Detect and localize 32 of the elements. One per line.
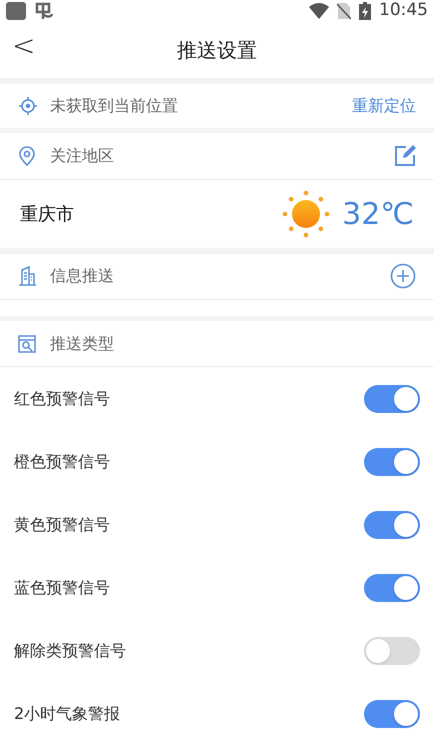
- section-label: 推送类型: [50, 332, 114, 354]
- temperature: 32℃: [342, 196, 414, 234]
- location-status: 未获取到当前位置: [50, 94, 179, 116]
- app-square-icon: [6, 2, 26, 20]
- page-title: 推送设置: [177, 37, 257, 64]
- city-name: 重庆市: [20, 202, 75, 226]
- search-document-icon: [18, 334, 36, 352]
- alert-type-label: 2小时气象警报: [14, 702, 120, 724]
- sun-icon: [282, 190, 330, 238]
- alert-type-label: 黄色预警信号: [14, 514, 110, 536]
- wifi-icon: [309, 3, 329, 19]
- status-time: 10:45: [379, 0, 428, 22]
- alert-type-label: 蓝色预警信号: [14, 576, 110, 598]
- section-label: 关注地区: [50, 145, 115, 167]
- no-sim-icon: [337, 2, 351, 20]
- toggle-switch[interactable]: [364, 384, 420, 412]
- back-button[interactable]: <: [10, 32, 38, 60]
- building-icon: [18, 266, 36, 286]
- alert-type-label: 橙色预警信号: [14, 450, 110, 472]
- section-label: 信息推送: [50, 265, 115, 287]
- toggle-switch[interactable]: [364, 574, 420, 602]
- toggle-switch[interactable]: [364, 448, 420, 476]
- toggle-switch[interactable]: [364, 636, 420, 664]
- toggle-switch[interactable]: [364, 510, 420, 538]
- locate-icon: [18, 96, 38, 116]
- alert-type-label: 红色预警信号: [14, 388, 110, 410]
- map-pin-icon: [18, 146, 36, 166]
- toggle-switch[interactable]: [364, 700, 420, 728]
- edit-icon[interactable]: [394, 145, 416, 167]
- add-icon[interactable]: [390, 263, 416, 289]
- relocate-link[interactable]: 重新定位: [352, 94, 416, 118]
- alert-type-label: 解除类预警信号: [14, 640, 126, 662]
